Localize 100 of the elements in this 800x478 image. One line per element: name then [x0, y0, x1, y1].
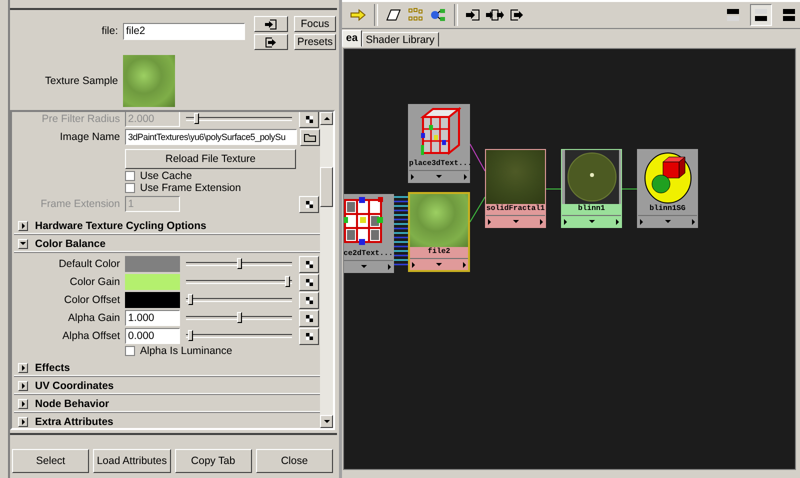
triangle-right-icon[interactable]	[388, 264, 391, 270]
number-field[interactable]: 1.000	[125, 310, 180, 326]
expand-toggle[interactable]	[18, 220, 28, 230]
node-grid-icon[interactable]	[408, 8, 424, 22]
caret-down-icon[interactable]	[436, 175, 442, 178]
checkbox[interactable]	[125, 346, 135, 356]
caret-down-icon[interactable]	[664, 220, 670, 223]
caret-right-icon	[22, 382, 24, 388]
input-output-connections-icon[interactable]	[486, 9, 504, 21]
node-network-icon[interactable]	[430, 8, 446, 22]
arrow-out-of-box-icon	[265, 36, 277, 48]
slider-thumb[interactable]	[237, 258, 242, 269]
caret-down-icon[interactable]	[588, 220, 594, 223]
expand-toggle[interactable]	[18, 416, 28, 426]
triangle-right-icon[interactable]	[463, 262, 466, 268]
caret-down-icon[interactable]	[361, 265, 367, 268]
triangle-right-icon[interactable]	[464, 174, 467, 180]
slider-thumb[interactable]	[188, 330, 193, 341]
caret-right-icon	[22, 418, 24, 424]
layout-button[interactable]	[750, 4, 772, 26]
map-button[interactable]	[299, 196, 319, 212]
field-label: Frame Extension	[40, 198, 121, 210]
text-button[interactable]: Presets	[294, 34, 336, 50]
output-connections-icon[interactable]	[510, 9, 524, 21]
texture-swatch	[486, 150, 545, 204]
eraser-icon[interactable]	[386, 9, 402, 21]
input-connections-button[interactable]	[254, 16, 288, 32]
connection-line	[622, 188, 638, 190]
field-label: Color Offset	[63, 294, 121, 306]
texture-swatch	[410, 194, 468, 247]
field-label: Alpha Gain	[67, 312, 121, 324]
section-title: Node Behavior	[35, 398, 110, 410]
caret-right-icon	[22, 400, 24, 406]
triangle-right-icon[interactable]	[564, 218, 567, 224]
slider-thumb[interactable]	[285, 276, 290, 287]
arrow-right-icon[interactable]	[350, 9, 366, 21]
field-label: file:	[100, 25, 119, 39]
field-label: Default Color	[58, 258, 121, 270]
text-button[interactable]: Focus	[294, 16, 336, 32]
text-button[interactable]: Copy Tab	[174, 449, 252, 473]
cube-and-sphere-icon	[642, 150, 692, 204]
field-label: Image Name	[58, 131, 121, 143]
triangle-right-icon[interactable]	[412, 262, 415, 268]
browse-button[interactable]	[300, 128, 320, 146]
connection-line	[470, 196, 486, 222]
expand-toggle[interactable]	[18, 398, 28, 408]
expand-toggle[interactable]	[18, 362, 28, 372]
sphere-icon	[564, 150, 618, 204]
text-button[interactable]: Select	[12, 449, 90, 473]
triangle-right-icon[interactable]	[640, 218, 643, 224]
caret-down-icon[interactable]	[436, 263, 442, 266]
triangle-right-icon[interactable]	[411, 174, 414, 180]
tab[interactable]: ea	[342, 30, 362, 47]
triangle-right-icon[interactable]	[692, 218, 695, 224]
triangle-right-icon[interactable]	[540, 218, 543, 224]
tab[interactable]: Shader Library	[362, 32, 439, 47]
checker-icon	[306, 200, 312, 208]
text-button[interactable]: Close	[256, 449, 333, 473]
grid-icon	[344, 197, 386, 247]
color-swatch[interactable]	[125, 256, 180, 272]
color-swatch[interactable]	[125, 292, 180, 308]
input-connections-icon[interactable]	[466, 9, 480, 21]
connection-line	[470, 144, 486, 172]
image-path-field[interactable]: 3dPaintTextures\yu6\polySurface5_polySu	[125, 129, 297, 145]
map-button[interactable]	[299, 310, 319, 326]
arrow-into-box-icon	[265, 18, 277, 30]
expand-toggle[interactable]	[18, 380, 28, 390]
map-button[interactable]	[299, 274, 319, 290]
field-label: Texture Sample	[44, 75, 119, 87]
text-button[interactable]: Load Attributes	[93, 449, 170, 473]
checkbox[interactable]	[125, 171, 135, 181]
connection-line	[546, 188, 562, 190]
map-button[interactable]	[299, 256, 319, 272]
file-name-field[interactable]: file2	[123, 23, 245, 40]
caret-down-icon	[20, 242, 26, 245]
field-label: Color Gain	[68, 276, 121, 288]
scrollbar[interactable]	[320, 112, 333, 428]
map-button[interactable]	[299, 292, 319, 308]
caret-down-icon[interactable]	[512, 220, 518, 223]
slider-thumb[interactable]	[188, 294, 193, 305]
output-connections-button[interactable]	[254, 34, 288, 50]
color-swatch[interactable]	[125, 274, 180, 290]
split-pane-layout-icon	[782, 8, 796, 22]
map-button[interactable]	[299, 328, 319, 344]
section-title: Effects	[35, 362, 70, 374]
checker-icon	[306, 260, 312, 268]
map-button[interactable]	[299, 112, 319, 128]
folder-icon	[304, 132, 316, 142]
slider-thumb[interactable]	[237, 312, 242, 323]
checker-icon	[306, 332, 312, 340]
number-field[interactable]: 0.000	[125, 328, 180, 344]
reload-button[interactable]: Reload File Texture	[125, 149, 296, 169]
triangle-right-icon[interactable]	[616, 218, 619, 224]
checkbox-label: Use Cache	[140, 170, 192, 182]
expand-toggle[interactable]	[18, 238, 28, 248]
section-title: Hardware Texture Cycling Options	[35, 220, 206, 232]
triangle-right-icon[interactable]	[488, 218, 491, 224]
top-pane-layout-icon	[726, 8, 740, 22]
section-title: Color Balance	[35, 238, 106, 250]
checkbox[interactable]	[125, 183, 135, 193]
